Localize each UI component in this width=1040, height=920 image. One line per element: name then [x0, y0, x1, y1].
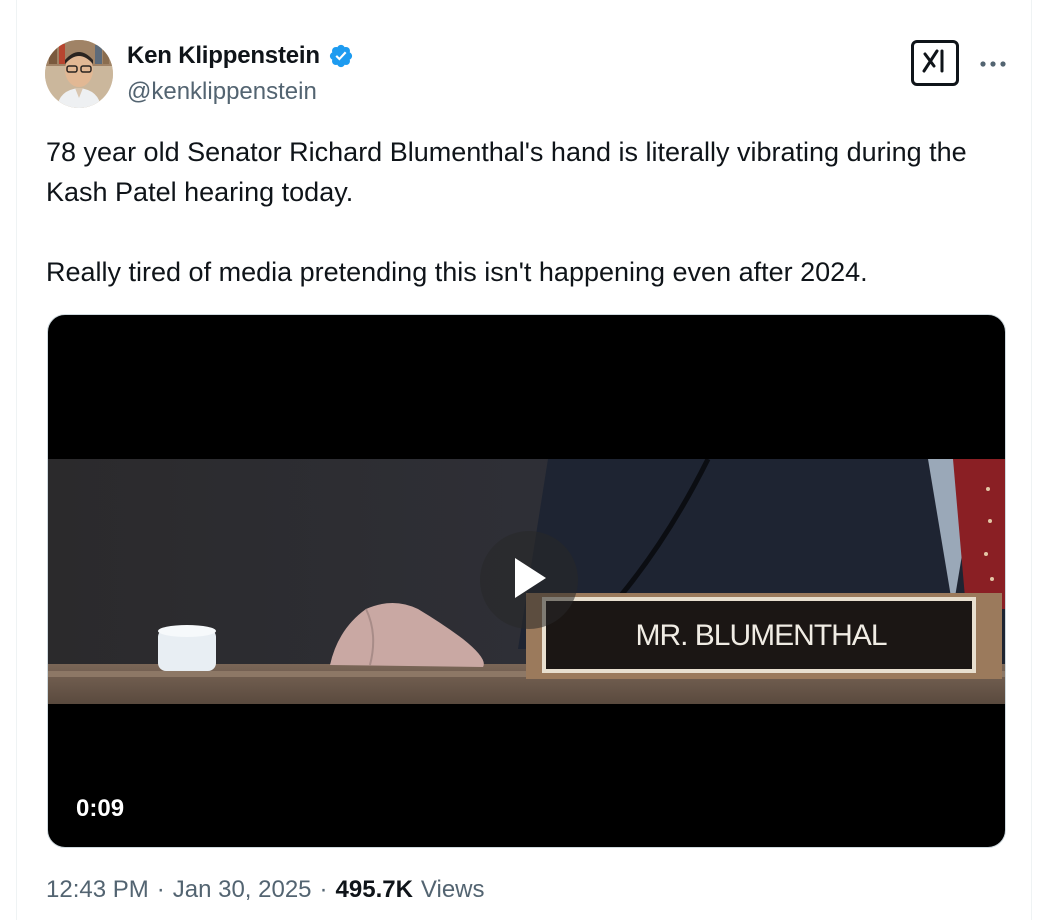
tweet-time[interactable]: 12:43 PM [46, 876, 149, 904]
play-icon [509, 555, 549, 606]
play-button[interactable] [480, 531, 578, 629]
tweet-meta: 12:43 PM · Jan 30, 2025 · 495.7K Views [46, 876, 485, 904]
views-count[interactable]: 495.7K [336, 876, 413, 904]
tweet-text: 78 year old Senator Richard Blumenthal's… [46, 132, 996, 292]
meta-separator: · [319, 876, 328, 903]
more-icon [979, 55, 1007, 73]
video-player[interactable]: MR. BLUMENTHAL 0:09 [47, 314, 1006, 848]
author-name-row[interactable]: Ken Klippenstein [127, 42, 354, 70]
grok-button[interactable] [911, 40, 959, 86]
video-duration: 0:09 [76, 795, 125, 822]
grok-icon [920, 46, 950, 81]
views-label: Views [420, 876, 485, 903]
verified-badge-icon[interactable] [328, 43, 354, 69]
nameplate-text: MR. BLUMENTHAL [635, 619, 887, 652]
tweet-paragraph: 78 year old Senator Richard Blumenthal's… [46, 137, 967, 207]
tweet-date[interactable]: Jan 30, 2025 [173, 876, 312, 904]
tweet-card: Ken Klippenstein @kenklippenstein 78 yea… [16, 0, 1032, 920]
tweet-paragraph: Really tired of media pretending this is… [46, 257, 868, 287]
author-handle[interactable]: @kenklippenstein [127, 78, 317, 106]
more-button[interactable] [977, 48, 1009, 80]
avatar[interactable] [45, 40, 113, 108]
author-name[interactable]: Ken Klippenstein [127, 42, 320, 70]
meta-separator: · [156, 876, 165, 903]
